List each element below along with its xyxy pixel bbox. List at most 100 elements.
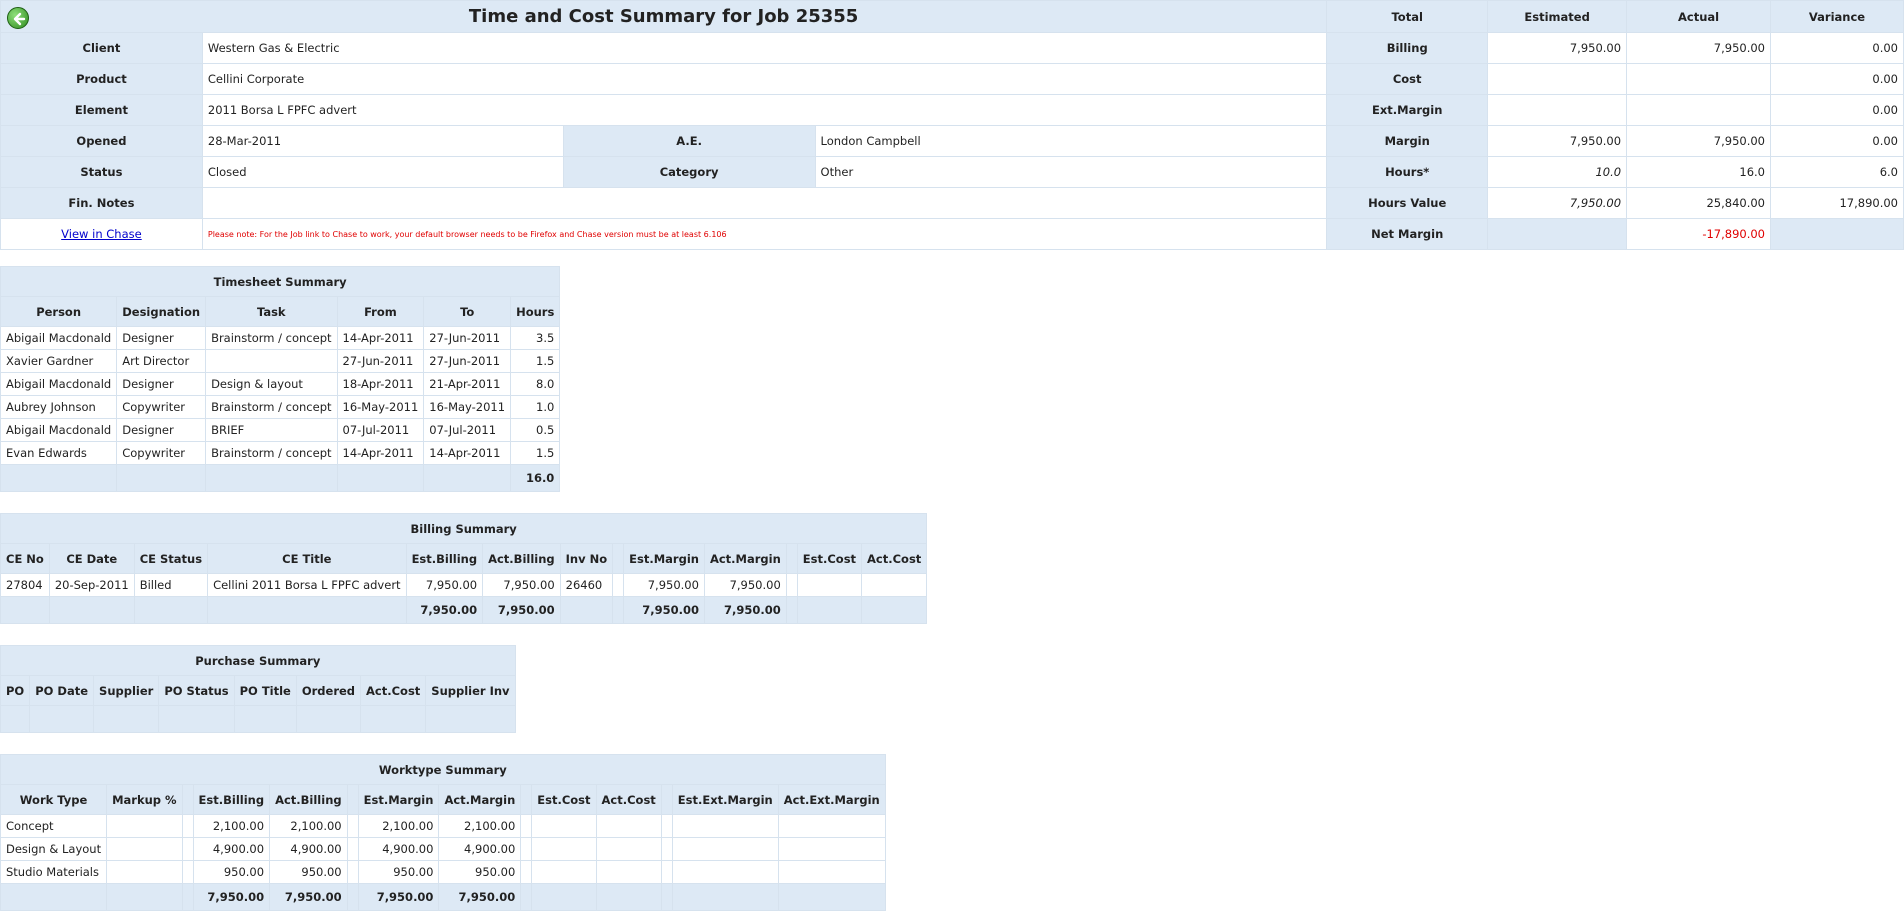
chase-note: Please note: For the Job link to Chase t… [201,218,1328,250]
cell-task: BRIEF [205,418,338,442]
net-margin-label: Net Margin [1326,218,1489,250]
cell-hours: 1.5 [510,441,561,465]
opened-label: Opened [0,125,203,157]
margin-label: Margin [1326,125,1489,157]
table-row: Concept 2,100.00 2,100.00 2,100.00 2,100… [0,814,886,838]
blank-cell [423,464,512,492]
timesheet-total-row: 16.0 [0,464,561,492]
ae-value: London Campbell [814,125,1328,157]
cell-hours: 0.5 [510,418,561,442]
spacer-cell [785,573,798,597]
timesheet-col-from: From [336,296,425,327]
cell-hours: 1.5 [510,349,561,373]
category-value: Other [814,156,1328,188]
cell-markup [106,837,183,861]
cell-from: 27-Jun-2011 [336,349,425,373]
view-in-chase-link[interactable]: View in Chase [61,227,142,241]
blank-cell [181,883,194,911]
view-in-chase-cell: View in Chase [0,218,203,250]
table-row: Abigail Macdonald Designer BRIEF 07-Jul-… [0,418,561,442]
cost-estimated [1487,63,1628,95]
cell-to: 16-May-2011 [423,395,512,419]
blank-cell [133,596,209,624]
purchase-col-po-date: PO Date [29,675,95,706]
blank-cell [158,705,235,733]
blank-cell [660,883,673,911]
timesheet-col-hours: Hours [510,296,561,327]
cell-designation: Designer [116,372,207,396]
cost-actual [1626,63,1771,95]
spacer-cell [520,784,533,815]
element-value: 2011 Borsa L FPFC advert [201,94,1328,126]
timesheet-summary-table: Timesheet Summary Person Designation Tas… [0,266,561,492]
cell-person: Xavier Gardner [0,349,118,373]
worktype-col-est-cost: Est.Cost [531,784,597,815]
timesheet-col-designation: Designation [116,296,207,327]
ext-margin-label: Ext.Margin [1326,94,1489,126]
purchase-title: Purchase Summary [0,645,516,676]
worktype-col-est-ext-margin: Est.Ext.Margin [671,784,779,815]
ext-margin-actual [1626,94,1771,126]
blank-cell [425,705,516,733]
cell-act-cost [595,814,662,838]
blank-cell [233,705,297,733]
cost-variance: 0.00 [1770,63,1904,95]
cell-inv-no: 26460 [559,573,614,597]
cell-act-margin: 950.00 [438,860,522,884]
margin-variance: 0.00 [1770,125,1904,157]
back-arrow-icon[interactable] [7,7,29,29]
spacer-cell [346,784,359,815]
cell-act-margin: 4,900.00 [438,837,522,861]
cell-designation: Copywriter [116,395,207,419]
billing-summary-table: Billing Summary CE No CE Date CE Status … [0,513,928,624]
spacer-cell [181,860,194,884]
purchase-col-po: PO [0,675,31,706]
spacer-cell [660,837,673,861]
billing-col-est-margin: Est.Margin [623,543,705,574]
margin-estimated: 7,950.00 [1487,125,1628,157]
billing-col-act-billing: Act.Billing [482,543,561,574]
cell-est-billing: 7,950.00 [405,573,484,597]
cell-markup [106,860,183,884]
job-summary-table: Time and Cost Summary for Job 25355 Tota… [0,0,1904,250]
cell-est-cost [531,837,597,861]
worktype-total-act-billing: 7,950.00 [269,883,348,911]
timesheet-total-hours: 16.0 [510,464,561,492]
cell-est-ext-margin [671,814,779,838]
cell-est-cost [531,860,597,884]
page-title-cell: Time and Cost Summary for Job 25355 [0,0,1328,33]
cell-est-billing: 950.00 [192,860,271,884]
blank-cell [93,705,160,733]
worktype-summary-table: Worktype Summary Work Type Markup % Est.… [0,754,886,911]
fin-notes-value [201,187,1328,219]
blank-cell [796,596,863,624]
billing-variance: 0.00 [1770,32,1904,64]
worktype-col-act-margin: Act.Margin [438,784,522,815]
cell-designation: Copywriter [116,441,207,465]
purchase-total-row [0,705,516,733]
billing-total-row: 7,950.00 7,950.00 7,950.00 7,950.00 [0,596,928,624]
hours-variance: 6.0 [1770,156,1904,188]
blank-cell [559,596,614,624]
worktype-total-est-margin: 7,950.00 [357,883,440,911]
blank-cell [0,883,108,911]
cell-task: Brainstorm / concept [205,441,338,465]
cell-est-margin: 4,900.00 [357,837,440,861]
cell-hours: 1.0 [510,395,561,419]
cell-act-cost [595,860,662,884]
cell-task: Brainstorm / concept [205,326,338,350]
blank-cell [207,596,407,624]
fin-notes-label: Fin. Notes [0,187,203,219]
billing-total-act-margin: 7,950.00 [703,596,787,624]
timesheet-title: Timesheet Summary [0,266,561,297]
billing-actual: 7,950.00 [1626,32,1771,64]
hours-label: Hours* [1326,156,1489,188]
cell-designation: Designer [116,418,207,442]
blank-cell [0,464,118,492]
blank-cell [777,883,886,911]
timesheet-col-person: Person [0,296,118,327]
product-value: Cellini Corporate [201,63,1328,95]
margin-actual: 7,950.00 [1626,125,1771,157]
cell-act-cost [861,573,928,597]
status-label: Status [0,156,203,188]
